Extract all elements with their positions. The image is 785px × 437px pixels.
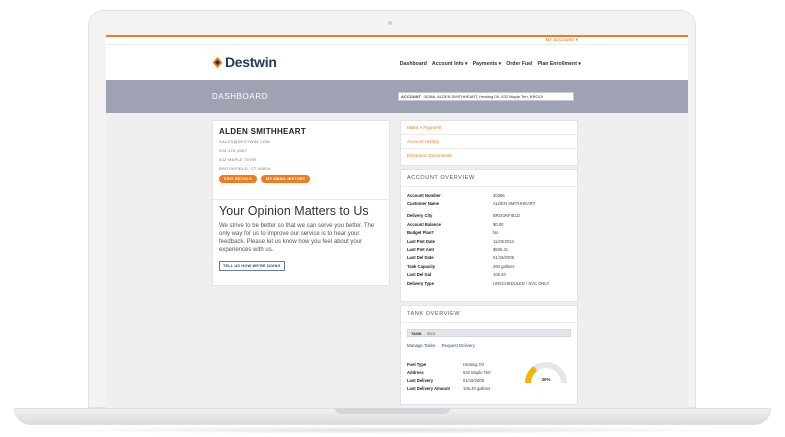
nav-plan-enrollment[interactable]: Plan Enrollment ▾ xyxy=(537,61,581,67)
tank-links: Manage Tanks Request Delivery xyxy=(401,341,577,350)
overview-value: ALDEN SMITHHEART xyxy=(493,201,536,207)
nav-account-info[interactable]: Account Info ▾ xyxy=(432,61,468,67)
overview-key: Last Del Gal xyxy=(407,272,432,278)
tank-select-label: TANK xyxy=(411,330,422,336)
feedback-button[interactable]: TELL US HOW WE'RE DOING xyxy=(219,261,285,271)
overview-key: Account Number xyxy=(407,192,441,198)
tank-detail-value: 632 Maple Terr xyxy=(463,369,491,375)
request-delivery-link[interactable]: Request Delivery xyxy=(441,343,474,348)
overview-value: 30366 xyxy=(493,192,505,198)
main-nav: Dashboard Account Info ▾ Payments ▾ Orde… xyxy=(400,61,581,67)
account-history-link[interactable]: Account History xyxy=(401,135,577,149)
flame-logo-icon xyxy=(212,56,223,68)
camera-dot xyxy=(388,21,392,25)
overview-row: Last Pmt Amt $536.41 xyxy=(401,245,577,253)
account-select-label: ACCOUNT xyxy=(401,94,421,99)
opinion-title: Your Opinion Matters to Us xyxy=(219,204,369,218)
overview-group-1: Account Number 30366 Customer Name ALDEN SM… xyxy=(401,191,577,208)
customer-street: 632 MAPLE TERR xyxy=(219,157,257,162)
tank-detail-key: Fuel Type xyxy=(407,361,427,367)
manage-tanks-link[interactable]: Manage Tanks xyxy=(407,343,435,348)
gauge-label: 30% xyxy=(541,377,550,382)
overview-value: 01/19/2009 xyxy=(493,255,514,261)
overview-row: Last Del Gal 106.40 xyxy=(401,271,577,279)
account-select[interactable]: ACCOUNT 30366, ALDEN SMITHHEART, Heating… xyxy=(398,92,574,101)
overview-row: Tank Capacity 260 gallons xyxy=(401,262,577,270)
overview-row: Delivery City BROOKFIELD xyxy=(401,212,577,220)
overview-value: BROOKFIELD xyxy=(493,213,520,219)
laptop-mockup: MY ACCOUNT ▾ Destwin Dashboard Account I… xyxy=(0,0,785,437)
overview-value: 11/20/2013 xyxy=(493,238,514,244)
opinion-text: We strive to be better so that we can se… xyxy=(219,223,375,253)
overview-group-2: Delivery City BROOKFIELD Account Balance $0… xyxy=(401,212,577,288)
account-overview-card: ACCOUNT OVERVIEW Account Number 30366 Cust… xyxy=(400,169,578,302)
overview-value: $536.41 xyxy=(493,247,509,253)
page-title: DASHBOARD xyxy=(212,92,269,101)
tank-level-gauge: 30% xyxy=(525,362,567,384)
my-account-link[interactable]: MY ACCOUNT ▾ xyxy=(546,37,578,42)
customer-phone: 203.123.4567 xyxy=(219,148,248,153)
overview-row: Account Balance $0.00 xyxy=(401,220,577,228)
tank-detail-value: Heating Oil xyxy=(463,361,484,367)
site-logo[interactable]: Destwin xyxy=(212,54,277,70)
laptop-screen: MY ACCOUNT ▾ Destwin Dashboard Account I… xyxy=(106,35,688,408)
nav-payments[interactable]: Payments ▾ xyxy=(473,61,502,67)
tank-detail-key: Last Delivery xyxy=(407,377,434,383)
email-history-button[interactable]: MY EMAIL HISTORY xyxy=(261,175,311,183)
tank-detail-key: Last Delivery Amount xyxy=(407,385,450,391)
profile-card: ALDEN SMITHHEART SALES@DESTWIN.COM 203.1… xyxy=(212,120,390,286)
edit-details-button[interactable]: EDIT DETAILS xyxy=(219,175,258,183)
divider xyxy=(213,199,389,200)
overview-key: Tank Capacity xyxy=(407,263,436,269)
customer-name: ALDEN SMITHHEART xyxy=(219,127,307,136)
overview-key: Budget Plan? xyxy=(407,230,434,236)
overview-value: UNSCHEDULED / SVC ONLY xyxy=(493,280,550,286)
nav-order-fuel[interactable]: Order Fuel xyxy=(506,61,532,67)
gauge-fill xyxy=(525,366,538,384)
customer-city: BROOKFIELD, CT 06804 xyxy=(219,166,271,171)
overview-value: $0.00 xyxy=(493,221,504,227)
tank-detail-value: 01/19/2009 xyxy=(463,377,484,383)
tank-detail-key: Address xyxy=(407,369,424,375)
overview-row: Account Number 30366 xyxy=(401,191,577,199)
overview-heading: ACCOUNT OVERVIEW xyxy=(401,170,577,187)
quick-links-card: Make A Payment Account History Electroni… xyxy=(400,120,578,166)
overview-key: Delivery Type xyxy=(407,280,434,286)
tank-detail-row: Last Delivery Amount 106.40 gallons xyxy=(401,384,577,392)
make-payment-link[interactable]: Make A Payment xyxy=(401,121,577,135)
tank-overview-card: TANK OVERVIEW TANK 0001 Manage Tanks Req… xyxy=(400,305,578,405)
account-select-value: 30366, ALDEN SMITHHEART, Heating Oil, 63… xyxy=(424,94,543,99)
overview-key: Last Del Date xyxy=(407,255,434,261)
overview-key: Customer Name xyxy=(407,201,440,207)
tank-detail-value: 106.40 gallons xyxy=(463,385,491,391)
utility-bar: MY ACCOUNT ▾ xyxy=(106,35,688,45)
overview-row: Budget Plan? No xyxy=(401,229,577,237)
overview-key: Account Balance xyxy=(407,221,441,227)
laptop-notch xyxy=(335,408,450,414)
overview-key: Delivery City xyxy=(407,213,433,219)
overview-row: Last Pmt Date 11/20/2013 xyxy=(401,237,577,245)
tank-select-value: 0001 xyxy=(426,330,436,336)
site-header: Destwin Dashboard Account Info ▾ Payment… xyxy=(106,45,688,80)
overview-value: 260 gallons xyxy=(493,263,515,269)
laptop-shadow xyxy=(40,426,745,434)
overview-key: Last Pmt Amt xyxy=(407,247,434,253)
overview-row: Last Del Date 01/19/2009 xyxy=(401,254,577,262)
overview-value: No xyxy=(493,230,499,236)
electronic-documents-link[interactable]: Electronic Documents xyxy=(401,149,577,162)
tank-heading: TANK OVERVIEW xyxy=(401,306,577,323)
logo-text: Destwin xyxy=(225,54,277,70)
overview-key: Last Pmt Date xyxy=(407,238,435,244)
dashboard-content: ALDEN SMITHHEART SALES@DESTWIN.COM 203.1… xyxy=(106,113,688,405)
nav-dashboard[interactable]: Dashboard xyxy=(400,61,427,67)
overview-row: Customer Name ALDEN SMITHHEART xyxy=(401,199,577,207)
profile-actions: EDIT DETAILS MY EMAIL HISTORY xyxy=(219,175,383,183)
overview-row: Delivery Type UNSCHEDULED / SVC ONLY xyxy=(401,279,577,287)
tank-select[interactable]: TANK 0001 xyxy=(407,329,571,337)
customer-email: SALES@DESTWIN.COM xyxy=(219,139,270,144)
overview-value: 106.40 xyxy=(493,272,506,278)
page-banner: DASHBOARD ACCOUNT 30366, ALDEN SMITHHEAR… xyxy=(106,80,688,113)
